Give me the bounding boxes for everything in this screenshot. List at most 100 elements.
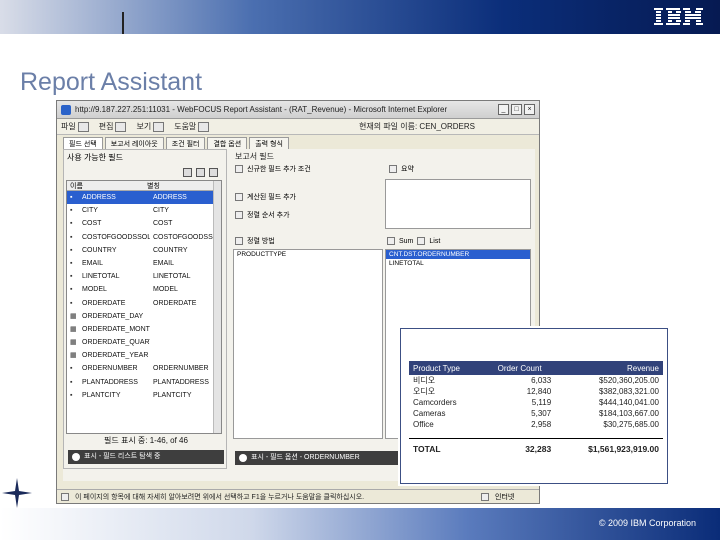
field-row[interactable]: ▦ ORDERDATE_MONTH	[67, 323, 221, 336]
view-menu[interactable]: 보기	[136, 121, 165, 132]
field-row[interactable]: ▪ CITY CITY	[67, 204, 221, 217]
field-alias: COSTOFGOODSSOLD	[153, 233, 221, 241]
summary-bar: 요약	[389, 163, 414, 175]
slide-title: Report Assistant	[20, 68, 203, 96]
check-compute-label: 계산된 필드 추가	[247, 194, 296, 201]
revenue-cell: $444,140,041.00	[598, 398, 659, 407]
field-row[interactable]: ▪ COUNTRY COUNTRY	[67, 244, 221, 257]
sum-field-item[interactable]: LINETOTAL	[386, 259, 530, 268]
date-field-icon: ▦	[70, 352, 77, 360]
order-count-cell: 12,840	[526, 387, 552, 396]
tab-output-format[interactable]: 출력 형식	[249, 137, 289, 149]
report-row: Office 2,958 $30,275,685.00	[409, 419, 663, 430]
field-row[interactable]: ▪ PLANTCITY PLANTCITY	[67, 389, 221, 402]
active-file-label: 현재의 파일 이름: CEN_ORDERS	[359, 122, 475, 131]
fields-panel-header: 사용 가능한 필드	[67, 152, 123, 162]
field-name: ORDERDATE_QUARTER	[82, 339, 150, 347]
sum-button[interactable]: Sum	[399, 238, 413, 245]
fields-count: 필드 표시 중: 1-46, of 46	[104, 436, 188, 445]
product-type-cell: Office	[413, 420, 434, 429]
revenue-cell: $382,083,321.00	[598, 387, 659, 396]
field-row[interactable]: ▪ LINETOTAL LINETOTAL	[67, 270, 221, 283]
sort-bar: 정렬 방법	[235, 235, 275, 247]
tree-view-icon[interactable]	[196, 167, 205, 177]
date-field-icon: ▦	[70, 325, 77, 333]
field-row[interactable]: ▪ COSTOFGOODSSOLD COSTOFGOODSSOLD	[67, 231, 221, 244]
available-fields-panel: 사용 가능한 필드 이름 별칭 ▪ ADDRESS ADDRESS ▪ CITY CITY…	[63, 149, 227, 469]
minimize-button[interactable]: _	[498, 104, 509, 115]
window-titlebar[interactable]: http://9.187.227.251:11031 - WebFOCUS Re…	[57, 101, 539, 119]
sort-box[interactable]: PRODUCTTYPE	[233, 249, 383, 439]
field-name: COSTOFGOODSSOLD	[82, 233, 150, 241]
list-button[interactable]: List	[429, 238, 440, 245]
file-menu[interactable]: 파일	[61, 121, 89, 132]
field-row[interactable]: ▪ ADDRESS ADDRESS	[67, 191, 221, 205]
grid-view-icon[interactable]	[183, 167, 192, 177]
sum-bar: Sum List	[387, 235, 440, 247]
compute-label: 신규한 필드 추가 조건	[247, 166, 311, 173]
field-alias: EMAIL	[153, 259, 175, 267]
status-tip: 이 페이지의 항목에 대해 자세히 알아보려면 위에서 선택하고 F1을 누르거…	[75, 493, 365, 501]
field-alias: CITY	[153, 207, 169, 215]
field-alias: ORDERNUMBER	[153, 365, 209, 373]
fields-scrollbar[interactable]	[213, 181, 221, 433]
fields-panel-tools	[64, 164, 226, 180]
tab-field-selection[interactable]: 필드 선택	[63, 137, 103, 149]
col-alias-header[interactable]: 별칭	[144, 181, 221, 190]
field-icon: ▪	[70, 286, 73, 294]
sum-icon[interactable]	[387, 237, 395, 245]
edit-menu[interactable]: 편집	[99, 121, 127, 132]
col-name-header[interactable]: 이름	[67, 181, 144, 190]
list-view-icon[interactable]	[209, 167, 218, 177]
sort-checkbox[interactable]	[235, 211, 243, 219]
field-row[interactable]: ▪ EMAIL EMAIL	[67, 257, 221, 270]
field-options-button[interactable]: 표시 - 필드 옵션 - ORDERNUMBER	[235, 451, 405, 465]
report-table: Product Type Order Count Revenue 비디오 6,03…	[409, 361, 663, 460]
report-row: 비디오 6,033 $520,360,205.00	[409, 375, 663, 386]
tab-join-options[interactable]: 결합 옵션	[207, 137, 248, 149]
field-icon: ▪	[70, 207, 73, 215]
compute-icon[interactable]	[235, 165, 243, 173]
order-count-cell: 6,033	[531, 376, 552, 385]
field-row[interactable]: ▦ ORDERDATE_QUARTER	[67, 336, 221, 349]
field-row[interactable]: ▪ PLANTADDRESS PLANTADDRESS	[67, 376, 221, 389]
maximize-button[interactable]: □	[511, 104, 522, 115]
field-row[interactable]: ▦ ORDERDATE_YEAR	[67, 349, 221, 362]
order-count-cell: 5,307	[531, 409, 552, 418]
ie-icon	[61, 104, 71, 115]
revenue-cell: $184,103,667.00	[598, 409, 659, 418]
field-row[interactable]: ▪ MODEL MODEL	[67, 283, 221, 296]
compute-checkbox[interactable]	[235, 193, 243, 201]
field-icon: ▪	[70, 378, 73, 386]
field-name: COST	[82, 220, 102, 228]
field-alias	[150, 349, 221, 362]
field-row[interactable]: ▦ ORDERDATE_DAY	[67, 310, 221, 323]
field-row[interactable]: ▪ ORDERDATE ORDERDATE	[67, 297, 221, 310]
list-icon[interactable]	[417, 237, 426, 245]
tab-report-layout[interactable]: 보고서 레이아웃	[104, 137, 164, 149]
report-row: Camcorders 5,119 $444,140,041.00	[409, 397, 663, 408]
check-sort-row: 정렬 순서 추가	[235, 209, 290, 221]
tab-filter[interactable]: 조건 필터	[165, 137, 206, 149]
col-revenue: Revenue	[555, 361, 663, 375]
field-icon: ▪	[70, 220, 73, 228]
sum-field-item[interactable]: CNT.DST.ORDERNUMBER	[386, 250, 530, 259]
window-title: http://9.187.227.251:11031 - WebFOCUS Re…	[75, 105, 448, 114]
summary-box[interactable]	[385, 179, 531, 229]
field-alias: PLANTCITY	[153, 391, 192, 399]
summary-icon[interactable]	[389, 165, 397, 173]
order-count-cell: 2,958	[531, 420, 552, 429]
field-name: CITY	[82, 207, 98, 215]
banner-divider	[122, 12, 124, 34]
sort-field-item[interactable]: PRODUCTTYPE	[234, 250, 382, 259]
field-list-toggle-button[interactable]: 표시 - 필드 리스트 탐색 중	[68, 450, 224, 464]
close-button[interactable]: ×	[524, 104, 535, 115]
field-row[interactable]: ▪ COST COST	[67, 217, 221, 230]
sort-icon[interactable]	[235, 237, 243, 245]
field-alias: PLANTADDRESS	[153, 378, 209, 386]
product-type-cell: Camcorders	[413, 398, 457, 407]
summary-label: 요약	[401, 166, 414, 173]
tab-bar: 필드 선택 보고서 레이아웃 조건 필터 결합 옵션 출력 형식	[57, 135, 539, 149]
help-menu[interactable]: 도움말	[174, 121, 210, 132]
field-row[interactable]: ▪ ORDERNUMBER ORDERNUMBER	[67, 362, 221, 375]
